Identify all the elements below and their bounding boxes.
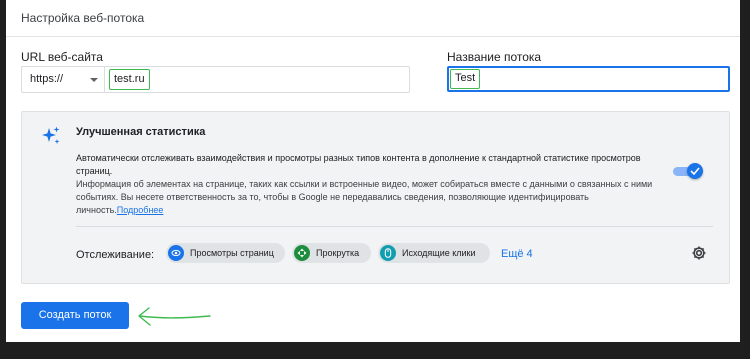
stream-name-label: Название потока [447,50,542,64]
url-input[interactable]: test.ru [109,69,150,90]
chip-label: Прокрутка [316,248,360,258]
chip-outbound-clicks[interactable]: Исходящие клики [378,243,490,263]
tracking-label: Отслеживание: [76,249,155,261]
checkmark-icon [690,167,700,175]
protocol-value: https:// [30,73,64,85]
toggle-thumb [687,163,703,179]
chevron-down-icon [90,78,98,82]
url-field-group: https:// test.ru [21,66,410,93]
chip-label: Исходящие клики [402,248,476,258]
page-title: Настройка веб-потока [21,11,145,25]
more-events-link[interactable]: Ещё 4 [501,248,533,260]
panel-header: Настройка веб-потока [6,0,740,37]
enhanced-measurement-title: Улучшенная статистика [76,126,206,138]
stream-name-field[interactable]: Test [447,66,730,92]
enhanced-measurement-toggle[interactable] [673,163,703,179]
url-label: URL веб-сайта [21,50,103,64]
arrow-annotation [138,307,211,326]
create-stream-button[interactable]: Создать поток [21,302,129,329]
stream-name-input[interactable]: Test [450,69,481,89]
chip-page-views[interactable]: Просмотры страниц [166,243,285,263]
web-stream-setup-panel: Настройка веб-потока URL веб-сайта https… [6,0,740,342]
scroll-icon [294,245,310,261]
mouse-icon [380,245,396,261]
chip-label: Просмотры страниц [190,248,274,258]
enhanced-measurement-card: Улучшенная статистика Автоматически отсл… [21,111,730,284]
chip-scroll[interactable]: Прокрутка [292,243,371,263]
gear-icon[interactable] [691,245,707,261]
divider [76,226,713,227]
enhanced-measurement-description: Автоматически отслеживать взаимодействия… [76,153,641,176]
eye-icon [168,245,184,261]
learn-more-link[interactable]: Подробнее [117,205,164,215]
sparkle-icon [42,126,60,144]
enhanced-measurement-details: Информация об элементах на странице, так… [76,178,666,217]
protocol-select[interactable]: https:// [22,67,105,92]
